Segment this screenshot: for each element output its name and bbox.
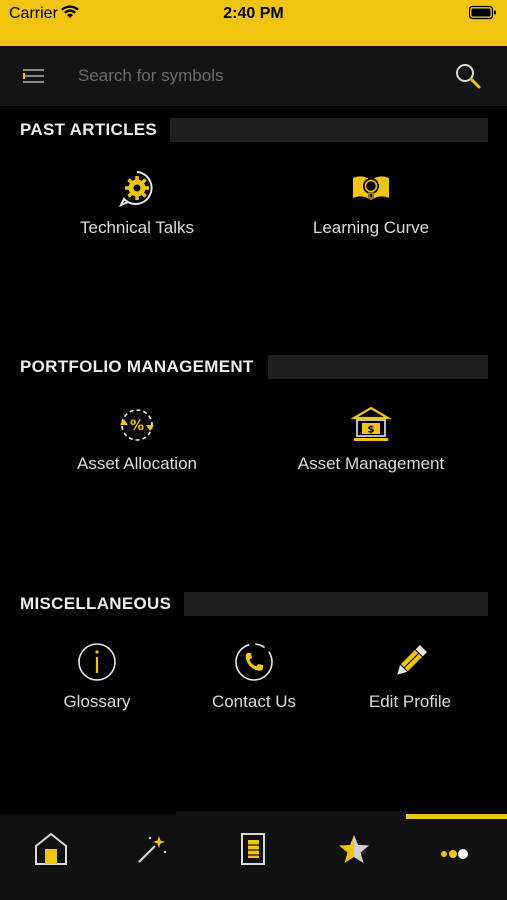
tile-label: Asset Management — [297, 454, 445, 473]
contact-us-tile[interactable]: Contact Us — [196, 642, 312, 712]
asset-allocation-tile[interactable]: % Asset Allocation — [58, 406, 216, 474]
section-title: MISCELLANEOUS — [20, 594, 172, 613]
tile-label: Glossary — [63, 692, 131, 711]
more-dots-icon — [440, 849, 468, 859]
asset-management-tile[interactable]: $ Asset Management — [285, 406, 457, 474]
section-header-past-articles: PAST ARTICLES — [0, 118, 507, 142]
book-bulb-icon — [353, 176, 389, 200]
section-divider — [170, 118, 488, 142]
tile-label: Contact Us — [211, 692, 297, 711]
tab-reports[interactable] — [202, 814, 303, 884]
active-tab-indicator — [406, 814, 507, 819]
section-divider — [268, 355, 488, 379]
section-header-portfolio-management: PORTFOLIO MANAGEMENT — [0, 355, 507, 379]
search-input[interactable] — [70, 60, 446, 92]
search-bar — [0, 46, 507, 106]
section-divider — [184, 592, 488, 616]
svg-text:$: $ — [368, 425, 375, 436]
home-icon — [34, 832, 67, 865]
tab-more[interactable] — [404, 814, 505, 884]
learning-curve-tile[interactable]: Learning Curve — [293, 170, 449, 238]
info-icon — [78, 643, 116, 681]
battery-icon — [469, 5, 496, 20]
section-title: PORTFOLIO MANAGEMENT — [20, 357, 254, 376]
document-icon — [240, 833, 265, 865]
section-title: PAST ARTICLES — [20, 120, 158, 139]
tile-label: Asset Allocation — [76, 454, 197, 473]
tab-ideas[interactable] — [101, 814, 202, 884]
gear-chat-icon — [118, 171, 153, 207]
svg-text:%: % — [130, 418, 144, 434]
status-bar: Carrier 2:40 PM — [0, 0, 507, 46]
glossary-tile[interactable]: Glossary — [40, 642, 154, 712]
technical-talks-tile[interactable]: Technical Talks — [58, 170, 216, 238]
percent-cycle-icon: % — [120, 409, 154, 441]
magic-wand-icon — [137, 836, 166, 863]
star-icon — [338, 835, 369, 863]
menu-list-icon[interactable] — [20, 66, 46, 86]
phone-icon — [235, 643, 273, 681]
clock: 2:40 PM — [223, 5, 284, 22]
edit-profile-tile[interactable]: Edit Profile — [354, 642, 466, 712]
tile-label: Technical Talks — [79, 218, 195, 237]
tile-label: Learning Curve — [312, 218, 430, 237]
tab-watchlist[interactable] — [303, 814, 404, 884]
section-header-miscellaneous: MISCELLANEOUS — [0, 592, 507, 616]
bank-icon: $ — [351, 406, 391, 441]
tab-home[interactable] — [0, 814, 101, 884]
tab-bar — [0, 814, 507, 900]
tile-label: Edit Profile — [368, 692, 452, 711]
search-icon[interactable] — [454, 62, 482, 90]
pencil-icon — [397, 645, 427, 675]
